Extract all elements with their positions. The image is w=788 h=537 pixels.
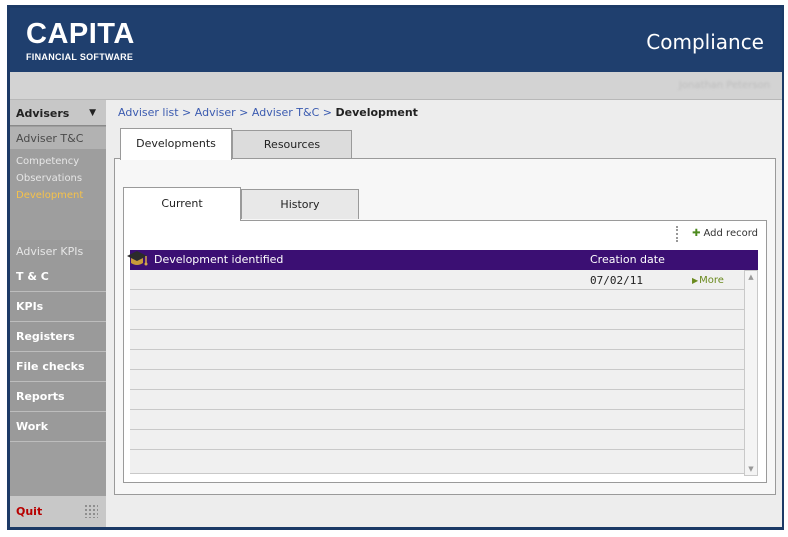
- breadcrumb-separator: >: [178, 106, 195, 119]
- tab-resources[interactable]: Resources: [232, 130, 352, 158]
- capita-logo: CAPITA: [26, 18, 135, 50]
- table-row: [130, 430, 744, 450]
- creation-date-cell: 07/02/11: [590, 274, 643, 287]
- scroll-down-icon[interactable]: ▼: [745, 463, 757, 475]
- table-row: [130, 330, 744, 350]
- sidebar-item-tc[interactable]: T & C: [10, 262, 106, 292]
- chevron-down-icon: ▼: [89, 108, 96, 118]
- sidebar-item-label: T & C: [16, 270, 49, 283]
- table-scrollbar[interactable]: ▲ ▼: [744, 270, 758, 476]
- tab-current[interactable]: Current: [123, 187, 241, 221]
- table-row[interactable]: 07/02/11 ▶More: [130, 270, 744, 290]
- sidebar-item-development[interactable]: Development: [16, 190, 83, 201]
- sidebar-section-adviser-kpis[interactable]: Adviser KPIs: [10, 240, 106, 262]
- main-content: Adviser list > Adviser > Adviser T&C > D…: [106, 100, 782, 527]
- breadcrumb-separator: >: [319, 106, 336, 119]
- sidebar-item-label: KPIs: [16, 300, 44, 313]
- sidebar-item-label: File checks: [16, 360, 85, 373]
- tab-developments[interactable]: Developments: [120, 128, 232, 160]
- app-header: CAPITA FINANCIAL SOFTWARE Compliance: [10, 8, 782, 72]
- table-row: [130, 410, 744, 430]
- sidebar-item-label: Reports: [16, 390, 65, 403]
- current-records-panel: ✚ Add record Development identified Creat…: [123, 220, 767, 483]
- sidebar-item-label: Work: [16, 420, 49, 433]
- sub-header-bar: Jonathan Peterson: [10, 72, 782, 100]
- sidebar-item-reports[interactable]: Reports: [10, 382, 106, 412]
- breadcrumb-link-adviser-list[interactable]: Adviser list: [118, 106, 179, 119]
- capita-logo-subtitle: FINANCIAL SOFTWARE: [26, 52, 134, 62]
- sidebar-item-kpis[interactable]: KPIs: [10, 292, 106, 322]
- column-header-development[interactable]: Development identified: [154, 253, 283, 266]
- sidebar-item-observations[interactable]: Observations: [16, 173, 82, 184]
- scroll-up-icon[interactable]: ▲: [745, 271, 757, 283]
- more-label: More: [699, 275, 724, 286]
- sidebar-item-label: Registers: [16, 330, 75, 343]
- sidebar-section-label: Adviser T&C: [16, 132, 84, 145]
- breadcrumb-link-adviser-tc[interactable]: Adviser T&C: [252, 106, 319, 119]
- tab-history[interactable]: History: [241, 189, 359, 219]
- table-row: [130, 290, 744, 310]
- sidebar-item-registers[interactable]: Registers: [10, 322, 106, 352]
- plus-icon: ✚: [692, 228, 701, 239]
- app-title: Compliance: [646, 30, 764, 54]
- breadcrumb-current: Development: [335, 106, 418, 119]
- column-header-creation-date[interactable]: Creation date: [590, 253, 665, 266]
- quit-label: Quit: [16, 505, 43, 518]
- table-row: [130, 450, 744, 474]
- logged-in-user: Jonathan Peterson: [678, 80, 770, 91]
- table-body: 07/02/11 ▶More: [130, 270, 744, 476]
- sidebar-section-label: Adviser KPIs: [16, 245, 84, 258]
- advisers-menu-label: Advisers: [16, 107, 70, 120]
- breadcrumb-link-adviser[interactable]: Adviser: [195, 106, 236, 119]
- add-record-button[interactable]: ✚ Add record: [692, 228, 758, 239]
- arrow-right-icon: ▶: [692, 276, 699, 285]
- table-header: Development identified Creation date: [127, 250, 758, 270]
- more-link[interactable]: ▶More: [692, 275, 724, 286]
- grip-icon: [84, 504, 98, 518]
- table-row: [130, 350, 744, 370]
- graduation-cap-icon: [127, 251, 148, 266]
- quit-button[interactable]: Quit: [10, 496, 106, 527]
- table-row: [130, 390, 744, 410]
- toolbar-divider: [676, 226, 678, 242]
- sidebar-section-adviser-tc[interactable]: Adviser T&C: [10, 127, 106, 149]
- breadcrumb: Adviser list > Adviser > Adviser T&C > D…: [118, 106, 418, 119]
- sidebar-item-work[interactable]: Work: [10, 412, 106, 442]
- table-row: [130, 370, 744, 390]
- add-record-label: Add record: [703, 228, 758, 239]
- advisers-menu-toggle[interactable]: Advisers ▼: [10, 100, 106, 126]
- developments-panel: Current History ✚ Add record Development …: [114, 158, 776, 495]
- sidebar-item-file-checks[interactable]: File checks: [10, 352, 106, 382]
- table-row: [130, 310, 744, 330]
- sidebar-item-competency[interactable]: Competency: [16, 156, 79, 167]
- sidebar: Advisers ▼ Adviser T&C Competency Observ…: [10, 100, 106, 527]
- breadcrumb-separator: >: [235, 106, 252, 119]
